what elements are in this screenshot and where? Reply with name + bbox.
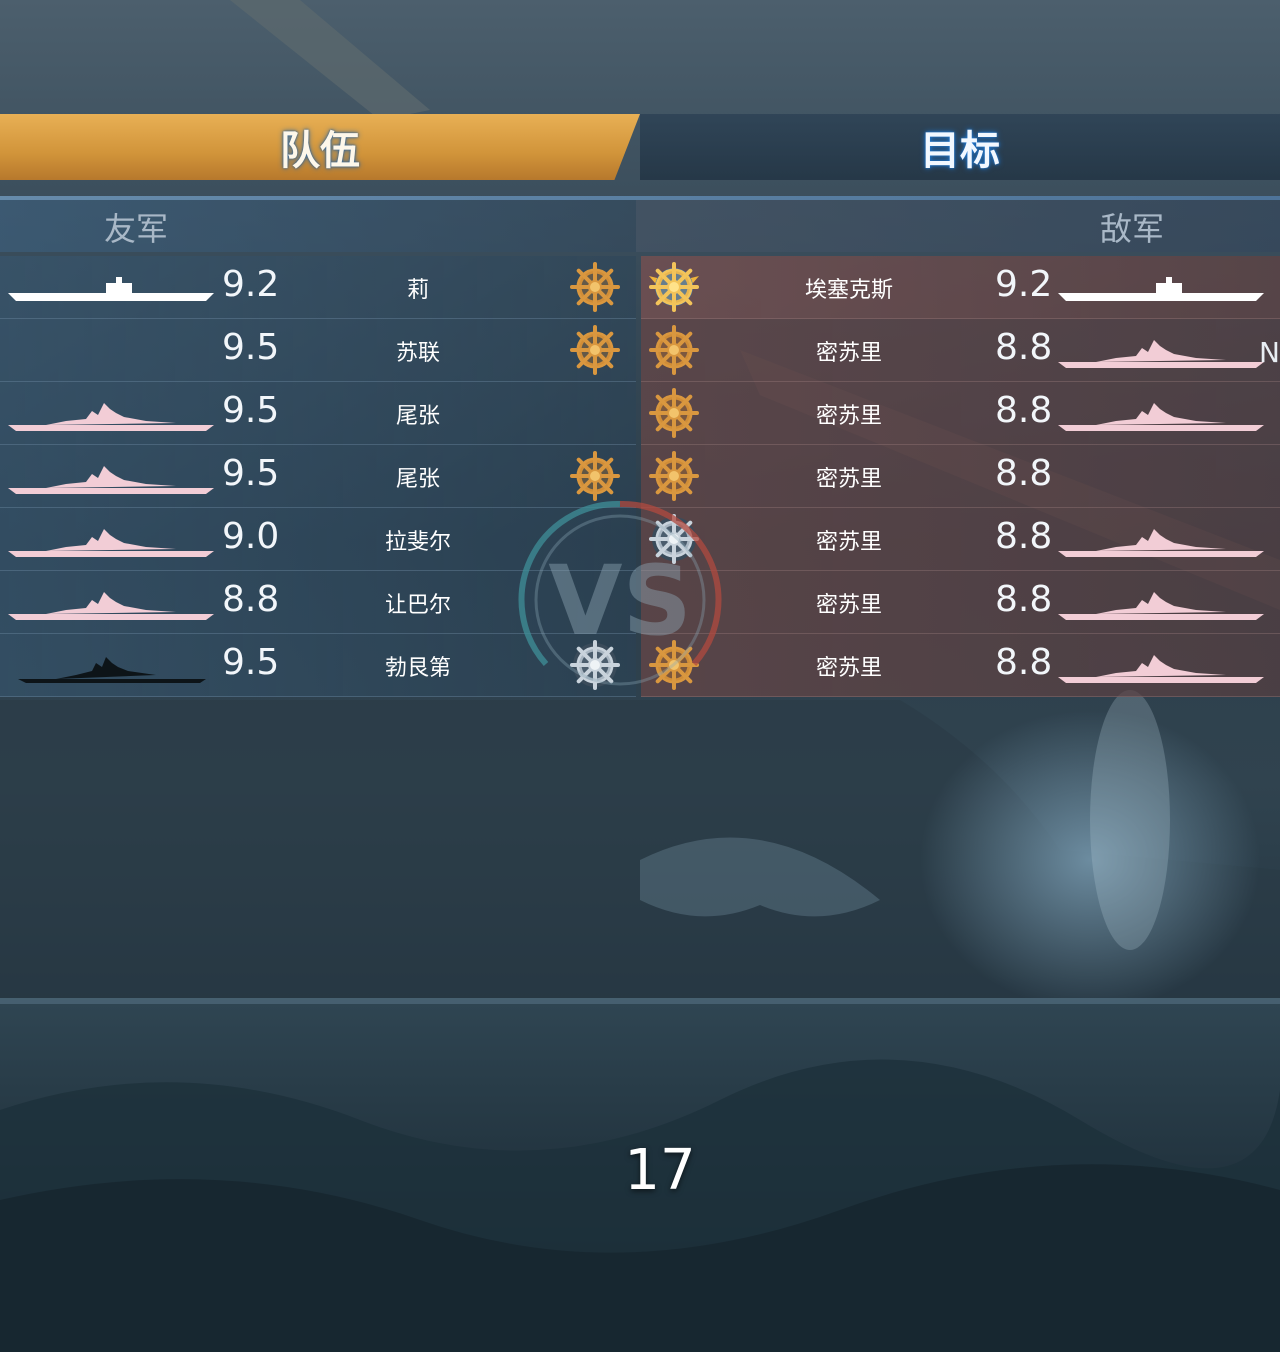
battleship-silhouette-icon [18, 657, 206, 683]
battleship-silhouette-icon [8, 592, 214, 620]
battleship-silhouette-icon [1058, 340, 1264, 368]
ship-silhouette [6, 271, 216, 307]
winged-helm-icon [649, 262, 699, 312]
player-name: 苏联 [395, 341, 440, 366]
ship-rating: 9.2 [995, 264, 1053, 305]
ship-silhouette [6, 649, 216, 685]
helm-wheel-icon [570, 325, 620, 375]
player-name: 密苏里 [815, 467, 882, 492]
friendly-header-label: 友军 [104, 210, 169, 248]
ship-rating: 9.5 [222, 642, 280, 683]
ship-rating: 8.8 [995, 327, 1053, 368]
carrier-silhouette-icon [8, 277, 214, 301]
edge-cut-text: N [1259, 336, 1280, 369]
player-name: 让巴尔 [384, 593, 451, 618]
enemy-entry-3[interactable]: 密苏里 8.8 [641, 382, 1280, 445]
countdown-timer: 17 [624, 1138, 696, 1203]
ship-rating: 8.8 [995, 642, 1053, 683]
tab-target[interactable]: 目标 [640, 114, 1280, 180]
helm-wheel-icon [570, 262, 620, 312]
player-name: 密苏里 [815, 656, 882, 681]
ship-silhouette [1056, 334, 1266, 370]
battleship-silhouette-icon [1058, 655, 1264, 683]
battleship-silhouette-icon [8, 466, 214, 494]
player-name: 勃艮第 [384, 656, 451, 681]
friendly-entry-3[interactable]: 9.5 尾张 [0, 382, 636, 445]
battleship-silhouette-icon [8, 403, 214, 431]
player-name: 尾张 [395, 404, 440, 429]
rank-badge-icon[interactable] [568, 386, 622, 440]
enemy-entry-2[interactable]: 密苏里 8.8 [641, 319, 1280, 382]
enemy-header-label: 敌军 [1099, 210, 1164, 248]
ship-silhouette [1056, 271, 1266, 307]
player-name: 莉 [406, 278, 429, 303]
ship-silhouette [6, 586, 216, 622]
helm-wheel-icon [649, 325, 699, 375]
player-name: 密苏里 [815, 404, 882, 429]
roster-row-2: 9.5 苏联 密苏里 8.8 [0, 319, 1280, 382]
rank-badge-icon[interactable] [647, 386, 701, 440]
ship-silhouette [6, 460, 216, 496]
ship-silhouette [1056, 460, 1266, 496]
battleship-silhouette-icon [1058, 403, 1264, 431]
friendly-entry-1[interactable]: 9.2 莉 [0, 256, 636, 319]
vs-emblem: VS [518, 500, 722, 686]
enemy-entry-1[interactable]: 埃塞克斯 9.2 [641, 256, 1280, 319]
ship-silhouette [1056, 523, 1266, 559]
ship-rating: 9.0 [222, 516, 280, 557]
roster-row-3: 9.5 尾张 密苏里 8.8 [0, 382, 1280, 445]
rank-badge-icon[interactable] [568, 323, 622, 377]
player-name: 尾张 [395, 467, 440, 492]
ship-rating: 9.5 [222, 390, 280, 431]
enemy-header: 敌军 [636, 200, 1280, 252]
ship-rating: 8.8 [995, 390, 1053, 431]
ship-rating: 8.8 [222, 579, 280, 620]
rank-badge-icon[interactable] [568, 260, 622, 314]
tab-target-label: 目标 [920, 128, 1000, 174]
battleship-silhouette-icon [8, 529, 214, 557]
friendly-header: 友军 [0, 200, 636, 252]
ship-rating: 8.8 [995, 453, 1053, 494]
ship-rating: 8.8 [995, 516, 1053, 557]
battleship-silhouette-icon [1058, 592, 1264, 620]
tab-team[interactable]: 队伍 [0, 114, 640, 180]
player-name: 密苏里 [815, 593, 882, 618]
ship-silhouette [6, 334, 216, 370]
ship-rating: 9.5 [222, 453, 280, 494]
roster-row-1: 9.2 莉 埃塞克斯 9.2 [0, 256, 1280, 319]
ship-silhouette [6, 397, 216, 433]
player-name: 拉斐尔 [384, 530, 451, 555]
battleship-silhouette-icon [1058, 529, 1264, 557]
ship-silhouette [1056, 586, 1266, 622]
rank-badge-icon[interactable] [647, 323, 701, 377]
ship-silhouette [1056, 397, 1266, 433]
player-name: 埃塞克斯 [804, 278, 893, 303]
ship-rating: 9.5 [222, 327, 280, 368]
vs-text: VS [548, 545, 691, 657]
ship-silhouette [1056, 649, 1266, 685]
player-name: 密苏里 [815, 530, 882, 555]
ship-rating: 9.2 [222, 264, 280, 305]
tab-team-label: 队伍 [280, 128, 360, 174]
friendly-entry-2[interactable]: 9.5 苏联 [0, 319, 636, 382]
player-name: 密苏里 [815, 341, 882, 366]
carrier-silhouette-icon [1058, 277, 1264, 301]
ship-silhouette [6, 523, 216, 559]
helm-wheel-icon [649, 388, 699, 438]
ship-rating: 8.8 [995, 579, 1053, 620]
rank-badge-icon[interactable] [647, 260, 701, 314]
mode-tabs: 队伍 目标 [0, 114, 1280, 180]
